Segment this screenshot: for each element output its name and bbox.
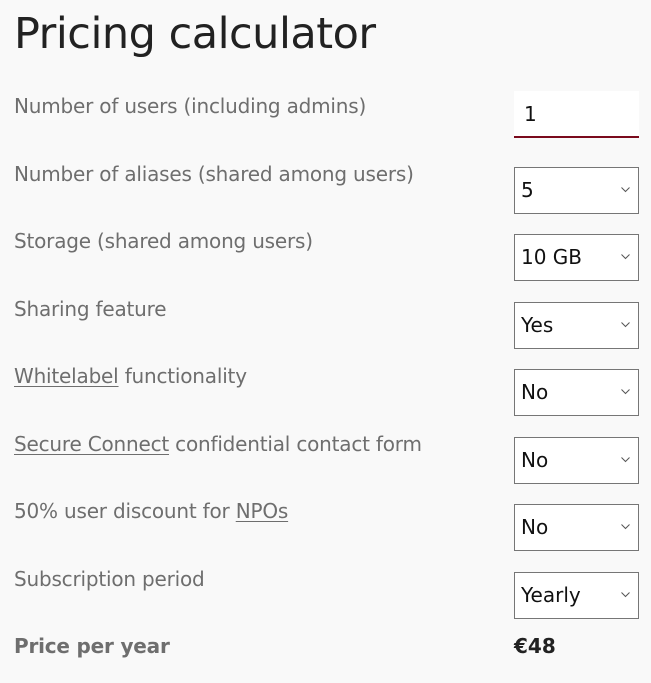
secure-connect-select-value: No (521, 448, 549, 472)
aliases-select[interactable]: 5 (514, 167, 639, 214)
whitelabel-row: Whitelabel functionality No (0, 362, 651, 416)
npo-discount-label: 50% user discount for NPOs (14, 497, 288, 525)
chevron-down-icon (621, 187, 630, 193)
chevron-down-icon (621, 322, 630, 328)
sharing-select-value: Yes (521, 313, 554, 337)
npo-discount-label-pre: 50% user discount for (14, 499, 236, 523)
period-select-value: Yearly (521, 583, 581, 607)
page-title: Pricing calculator (14, 9, 376, 59)
npos-link[interactable]: NPOs (236, 499, 289, 523)
npo-discount-row: 50% user discount for NPOs No (0, 497, 651, 551)
secure-connect-select[interactable]: No (514, 437, 639, 484)
whitelabel-select-value: No (521, 380, 549, 404)
period-row: Subscription period Yearly (0, 565, 651, 619)
whitelabel-label-rest: functionality (118, 364, 247, 388)
period-label: Subscription period (14, 567, 205, 591)
users-label: Number of users (including admins) (14, 94, 367, 118)
price-row: Price per year €48 (0, 632, 651, 680)
npo-discount-select-value: No (521, 515, 549, 539)
aliases-select-value: 5 (521, 178, 534, 202)
chevron-down-icon (621, 254, 630, 260)
storage-select[interactable]: 10 GB (514, 234, 639, 281)
chevron-down-icon (621, 592, 630, 598)
period-select[interactable]: Yearly (514, 572, 639, 619)
price-label: Price per year (14, 634, 170, 658)
npo-discount-select[interactable]: No (514, 504, 639, 551)
aliases-row: Number of aliases (shared among users) 5 (0, 160, 651, 214)
users-row: Number of users (including admins) (0, 91, 651, 140)
storage-select-value: 10 GB (521, 245, 583, 269)
secure-connect-row: Secure Connect confidential contact form… (0, 430, 651, 484)
storage-label: Storage (shared among users) (14, 229, 313, 253)
chevron-down-icon (621, 524, 630, 530)
whitelabel-label: Whitelabel functionality (14, 362, 247, 390)
sharing-row: Sharing feature Yes (0, 295, 651, 349)
users-input[interactable] (514, 91, 639, 138)
storage-row: Storage (shared among users) 10 GB (0, 227, 651, 281)
secure-connect-label-rest: confidential contact form (169, 432, 422, 456)
sharing-label: Sharing feature (14, 297, 167, 321)
secure-connect-link[interactable]: Secure Connect (14, 432, 169, 456)
whitelabel-select[interactable]: No (514, 369, 639, 416)
price-value: €48 (514, 634, 556, 658)
sharing-select[interactable]: Yes (514, 302, 639, 349)
aliases-label: Number of aliases (shared among users) (14, 162, 414, 186)
whitelabel-link[interactable]: Whitelabel (14, 364, 119, 388)
chevron-down-icon (621, 389, 630, 395)
secure-connect-label: Secure Connect confidential contact form (14, 430, 422, 458)
chevron-down-icon (621, 457, 630, 463)
